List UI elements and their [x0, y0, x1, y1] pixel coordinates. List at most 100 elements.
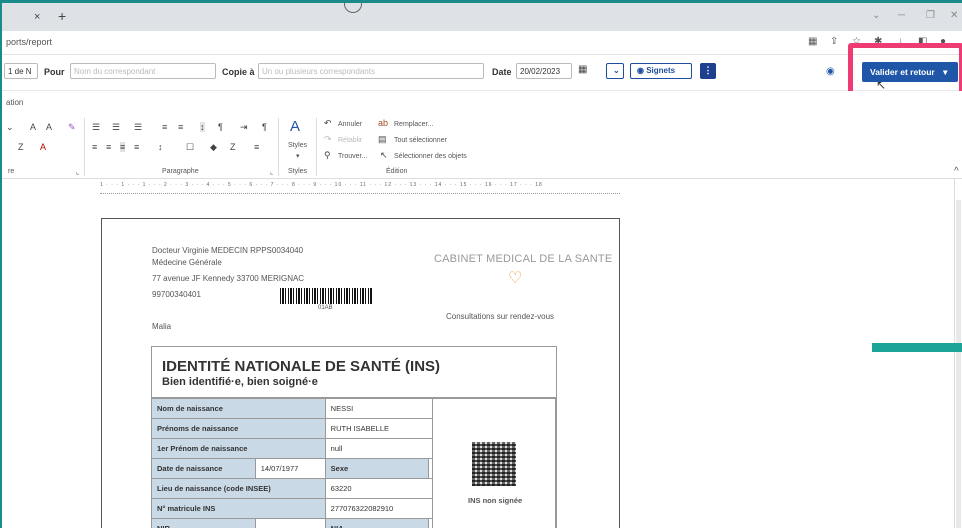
row-label: Nom de naissance [151, 398, 326, 419]
signets-icon: ◉ [637, 66, 647, 75]
date-label: Date [492, 67, 512, 77]
bullet-list-icon[interactable]: ☰ [92, 122, 100, 133]
undo-icon[interactable]: ↶ [324, 118, 332, 129]
row-label: N° matricule INS [151, 498, 326, 519]
new-tab-icon[interactable]: + [58, 8, 66, 24]
collapse-ribbon-icon[interactable]: ^ [954, 166, 959, 177]
address-bar [2, 31, 962, 55]
horizontal-ruler[interactable]: 1 · · · 1 · · · 1 · · · 2 · · · 3 · · · … [100, 182, 620, 194]
font-group-label: re [8, 168, 15, 175]
paragraph-group-label: Paragraphe [162, 168, 199, 175]
decrease-indent-icon[interactable]: ≡ [162, 122, 167, 132]
row-label: Prénoms de naissance [151, 418, 326, 439]
barcode-image [280, 288, 372, 304]
ltr-icon[interactable]: ⇥ [240, 122, 248, 133]
page-selector[interactable]: 1 de N [4, 63, 38, 79]
ribbon-tab-label[interactable]: ation [6, 98, 23, 107]
ribbon-separator [84, 118, 85, 176]
align-center-icon[interactable]: ≡ [106, 142, 111, 152]
ins-status-text: INS non signée [468, 496, 523, 505]
grow-font-icon[interactable]: A [30, 122, 36, 132]
more-options-icon[interactable]: ⋮ [700, 63, 716, 79]
barcode-text: 01AB [318, 305, 333, 311]
ins-subtitle: Bien identifié·e, bien soigné·e [162, 376, 318, 388]
styles-gallery-icon[interactable]: A [290, 118, 300, 135]
increase-indent-icon[interactable]: ≡ [178, 122, 183, 132]
city-text: Malia [152, 322, 172, 331]
paragraph-group-expand-icon[interactable]: ⌞ [270, 168, 273, 176]
clear-format-icon[interactable]: ✎ [68, 122, 76, 133]
url-text[interactable]: ports/report [6, 37, 52, 47]
row-label: NIA [324, 518, 430, 528]
edition-group-label: Édition [386, 168, 408, 175]
justify-icon[interactable]: ≡ [134, 142, 139, 152]
row-label: Date de naissance [151, 458, 256, 479]
replace-label[interactable]: Remplacer... [394, 121, 433, 128]
redo-label[interactable]: Rétablir [338, 137, 362, 144]
ribbon-separator [316, 118, 317, 176]
more-paragraph-icon[interactable]: ≡ [254, 142, 259, 152]
sort-icon[interactable]: ↕ [200, 122, 205, 132]
doctor-phone: 99700340401 [152, 290, 201, 299]
styles-group-label: Styles [288, 168, 308, 175]
tab-close-icon[interactable]: × [34, 11, 40, 23]
tab-search-icon[interactable]: ⌄ [872, 10, 880, 21]
editor-ribbon [2, 91, 962, 179]
row-label: NIR [151, 518, 256, 528]
select-all-label[interactable]: Tout sélectionner [394, 137, 447, 144]
close-window-icon[interactable]: ✕ [950, 10, 958, 21]
pen-color-icon[interactable]: Z [230, 142, 236, 152]
styles-dropdown-icon[interactable]: ▾ [296, 152, 300, 160]
borders-icon[interactable]: ☐ [186, 142, 194, 153]
undo-label[interactable]: Annuler [338, 121, 362, 128]
datamatrix-code-image [472, 442, 516, 486]
pour-input[interactable]: Nom du correspondant [70, 63, 216, 79]
multilevel-list-icon[interactable]: ☰ [134, 122, 142, 133]
redo-icon[interactable]: ↷ [324, 134, 332, 145]
doctor-name: Docteur Virginie MEDECIN RPPS0034040 [152, 246, 304, 255]
ins-header-box: IDENTITÉ NATIONALE DE SANTÉ (INS) Bien i… [151, 346, 557, 398]
ribbon-separator [278, 118, 279, 176]
chevron-down-icon[interactable]: ⌄ [606, 63, 624, 79]
pilcrow-toggle-icon[interactable]: ¶ [218, 122, 223, 132]
cabinet-name: CABINET MEDICAL DE LA SANTE [434, 253, 613, 265]
share-icon[interactable]: ⇪ [830, 36, 838, 47]
copie-label: Copie à [222, 67, 255, 77]
align-right-icon[interactable]: ≡ [120, 142, 126, 152]
signets-button[interactable]: ◉ Signets [630, 63, 692, 79]
restore-icon[interactable]: ❐ [926, 10, 935, 21]
shading-icon[interactable]: ◆ [210, 142, 217, 153]
replace-icon[interactable]: ab [378, 118, 388, 128]
doctor-speciality: Médecine Générale [152, 258, 222, 267]
preview-eye-icon[interactable]: ◉ [826, 66, 835, 77]
translate-icon[interactable]: ▦ [808, 36, 817, 47]
select-all-icon[interactable]: ▤ [378, 134, 387, 145]
copie-input[interactable]: Un ou plusieurs correspondants [258, 63, 484, 79]
paragraph-mark-icon[interactable]: ¶ [262, 122, 267, 132]
numbered-list-icon[interactable]: ☰ [112, 122, 120, 133]
styles-button-label[interactable]: Styles [288, 142, 307, 149]
shrink-font-icon[interactable]: A [46, 122, 52, 132]
font-group-expand-icon[interactable]: ⌞ [76, 168, 79, 176]
row-value [254, 518, 326, 528]
find-icon[interactable]: ⚲ [324, 150, 331, 161]
find-label[interactable]: Trouver... [338, 153, 367, 160]
minimize-icon[interactable]: ─ [898, 10, 905, 21]
teal-accent-line [872, 343, 962, 352]
heart-logo-icon: ♡ [508, 270, 523, 287]
select-objects-icon[interactable]: ↖ [380, 150, 388, 161]
ins-title: IDENTITÉ NATIONALE DE SANTÉ (INS) [162, 358, 441, 375]
row-label: Lieu de naissance (code INSEE) [151, 478, 326, 499]
row-value: 14/07/1977 [254, 458, 326, 479]
line-spacing-icon[interactable]: ↕ [158, 142, 163, 152]
calendar-icon[interactable]: ▦ [578, 64, 587, 75]
align-left-icon[interactable]: ≡ [92, 142, 97, 152]
font-color-icon[interactable]: A [40, 142, 46, 152]
row-label: 1er Prénom de naissance [151, 438, 326, 459]
consultation-text: Consultations sur rendez-vous [446, 312, 555, 321]
font-size-dropdown-icon[interactable]: ⌄ [6, 122, 14, 133]
vertical-scrollbar[interactable] [956, 200, 961, 528]
date-input[interactable]: 20/02/2023 [516, 63, 572, 79]
highlight-color-icon[interactable]: Z [18, 142, 24, 152]
select-objects-label[interactable]: Sélectionner des objets [394, 153, 467, 160]
